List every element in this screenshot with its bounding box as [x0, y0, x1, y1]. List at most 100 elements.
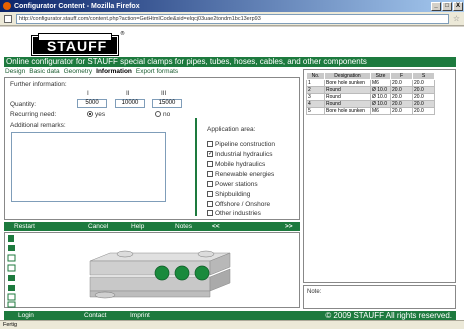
bookmark-star-icon[interactable]: ☆ — [453, 14, 460, 23]
tab-export-formats[interactable]: Export formats — [136, 68, 178, 76]
cell: 4 — [306, 100, 325, 108]
minimize-button[interactable]: _ — [431, 1, 441, 11]
help-button[interactable]: Help — [131, 222, 144, 231]
next-button[interactable]: >> — [285, 222, 293, 231]
action-navbar: Restart Cancel Help Notes << >> — [4, 222, 300, 231]
previous-button[interactable]: << — [212, 222, 220, 231]
recurring-need-label: Recurring need: — [10, 111, 57, 118]
url-field[interactable]: http://configurator.stauff.com/content.p… — [16, 13, 449, 24]
app-area-industrial-hydraulics[interactable]: ✓ Industrial hydraulics — [207, 151, 272, 158]
note-label: Note: — [307, 289, 322, 295]
app-area-label: Pipeline construction — [215, 141, 275, 148]
checkbox[interactable] — [207, 201, 213, 208]
tab-basic-data[interactable]: Basic data — [29, 68, 59, 76]
quantity-input-i[interactable]: 5000 — [77, 99, 107, 108]
close-button[interactable]: X — [453, 1, 463, 11]
page-banner: Online configurator for STAUFF special c… — [4, 57, 456, 67]
maximize-button[interactable]: □ — [442, 1, 452, 11]
3d-viewer[interactable] — [4, 232, 300, 308]
clamp-render — [7, 235, 231, 308]
app-area-label: Industrial hydraulics — [215, 151, 273, 158]
app-area-pipeline[interactable]: Pipeline construction — [207, 141, 275, 148]
checkbox[interactable] — [207, 161, 213, 168]
cell: 20.0 — [412, 100, 435, 108]
further-info-label: Further information: — [10, 81, 67, 88]
cell: 20.0 — [412, 93, 435, 101]
logo-registered-mark: ® — [120, 31, 125, 37]
cell: 20.0 — [412, 86, 435, 94]
cell: Round — [324, 100, 371, 108]
firefox-icon — [3, 2, 11, 10]
yes-radio[interactable] — [87, 111, 93, 118]
table-row[interactable]: 1 Bore hole sunken M6 20.0 20.0 — [306, 79, 435, 87]
cell: Bore hole sunken — [324, 107, 371, 115]
table-row[interactable]: 2 Round Ø 10.0 20.0 20.0 — [306, 86, 435, 94]
header-no: No. — [306, 72, 325, 80]
page-footer: Login Contact Imprint © 2009 STAUFF All … — [4, 311, 456, 320]
app-area-other-industries[interactable]: Other industries — [207, 210, 261, 217]
app-area-power-stations[interactable]: Power stations — [207, 181, 258, 188]
quantity-input-iii[interactable]: 15000 — [152, 99, 182, 108]
header-f: F — [390, 72, 413, 80]
app-area-shipbuilding[interactable]: Shipbuilding — [207, 191, 250, 198]
app-area-mobile-hydraulics[interactable]: Mobile hydraulics — [207, 161, 265, 168]
view-front-icon[interactable] — [7, 264, 16, 272]
no-label: no — [163, 111, 171, 118]
application-area-label: Application area: — [207, 126, 256, 133]
recurring-no-option[interactable]: no — [155, 111, 170, 118]
view-back-icon[interactable] — [7, 293, 16, 301]
app-area-label: Shipbuilding — [215, 191, 251, 198]
cell: 20.0 — [390, 86, 413, 94]
information-form: Further information: I II III Quantity: … — [4, 77, 300, 220]
remarks-textarea[interactable] — [11, 132, 166, 202]
checkbox[interactable] — [207, 210, 213, 217]
tab-geometry[interactable]: Geometry — [64, 68, 93, 76]
checkbox[interactable] — [207, 191, 213, 198]
login-link[interactable]: Login — [18, 311, 34, 320]
tab-design[interactable]: Design — [5, 68, 25, 76]
page-icon — [4, 14, 12, 23]
no-radio[interactable] — [155, 111, 161, 118]
view-top-icon[interactable] — [8, 275, 15, 281]
cell: M6 — [370, 107, 391, 115]
app-area-renewable-energies[interactable]: Renewable energies — [207, 171, 274, 178]
app-area-label: Offshore / Onshore — [215, 201, 271, 208]
header-size: Size — [370, 72, 391, 80]
app-area-offshore-onshore[interactable]: Offshore / Onshore — [207, 201, 270, 208]
stauff-logo: STAUFF ® — [33, 31, 125, 54]
contact-link[interactable]: Contact — [84, 311, 106, 320]
table-row[interactable]: 4 Round Ø 10.0 20.0 20.0 — [306, 100, 435, 108]
note-panel[interactable]: Note: — [303, 285, 456, 309]
app-area-label: Renewable energies — [215, 171, 275, 178]
cell: 5 — [306, 107, 325, 115]
yes-label: yes — [95, 111, 106, 118]
view-reset-icon[interactable] — [7, 301, 16, 308]
page-content: STAUFF ® Online configurator for STAUFF … — [0, 27, 464, 320]
cell: 2 — [306, 86, 325, 94]
cell: 20.0 — [390, 107, 413, 115]
cell: 1 — [306, 79, 325, 87]
recurring-yes-option[interactable]: yes — [87, 111, 105, 118]
view-wire-icon[interactable] — [7, 254, 16, 262]
quantity-input-ii[interactable]: 10000 — [115, 99, 145, 108]
app-area-label: Power stations — [215, 181, 258, 188]
cancel-button[interactable]: Cancel — [88, 222, 108, 231]
table-row[interactable]: 5 Bore hole sunken M6 20.0 20.0 — [306, 107, 435, 115]
view-side-icon[interactable] — [8, 285, 15, 291]
restart-button[interactable]: Restart — [14, 222, 35, 231]
checkbox[interactable] — [207, 181, 213, 188]
window-title: Configurator Content - Mozilla Firefox — [14, 2, 140, 10]
view-solid-icon[interactable] — [8, 235, 14, 242]
checkbox-checked[interactable]: ✓ — [207, 151, 213, 158]
column-ii-label: II — [126, 90, 130, 97]
tab-information[interactable]: Information — [96, 68, 132, 76]
cell: 20.0 — [390, 100, 413, 108]
notes-button[interactable]: Notes — [175, 222, 192, 231]
header-s: S — [412, 72, 435, 80]
view-iso-icon[interactable] — [8, 245, 15, 251]
imprint-link[interactable]: Imprint — [130, 311, 150, 320]
checkbox[interactable] — [207, 171, 213, 178]
table-row[interactable]: 3 Round Ø 10.0 20.0 20.0 — [306, 93, 435, 101]
address-bar: http://configurator.stauff.com/content.p… — [0, 12, 464, 26]
checkbox[interactable] — [207, 141, 213, 148]
